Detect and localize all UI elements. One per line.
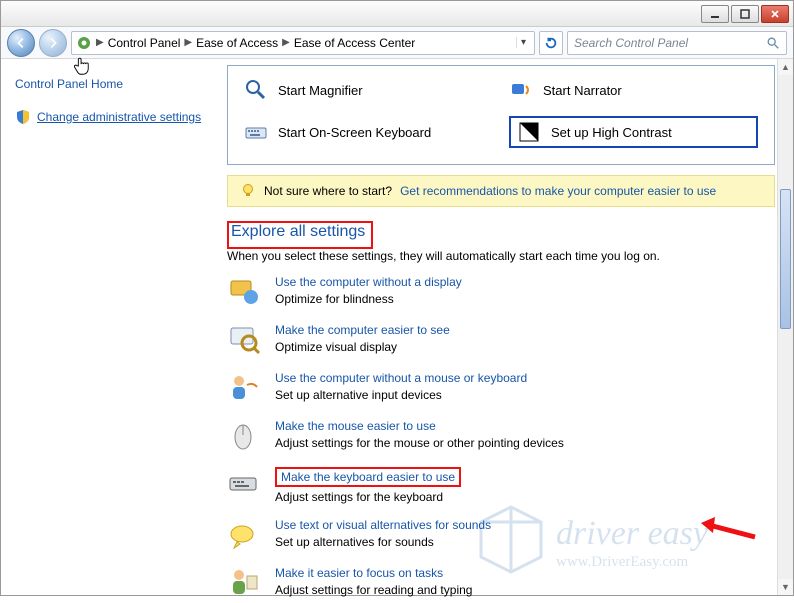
keyboard-icon xyxy=(244,120,268,144)
item-link[interactable]: Use text or visual alternatives for soun… xyxy=(275,518,491,532)
display-off-icon xyxy=(227,275,261,309)
quick-access-panel: Start Magnifier Start Narrator Start On-… xyxy=(227,65,775,165)
sidebar: Control Panel Home Change administrative… xyxy=(1,59,227,595)
easier-see-icon xyxy=(227,323,261,357)
search-input[interactable]: Search Control Panel xyxy=(567,31,787,55)
breadcrumb-seg-0[interactable]: Control Panel xyxy=(108,36,181,50)
item-desc: Adjust settings for the mouse or other p… xyxy=(275,436,564,450)
chevron-right-icon: ▶ xyxy=(94,37,106,48)
start-narrator[interactable]: Start Narrator xyxy=(509,78,758,102)
search-icon xyxy=(766,36,780,50)
search-placeholder: Search Control Panel xyxy=(574,36,766,50)
highlight-box-explore: Explore all settings xyxy=(227,221,373,249)
list-item: Make the keyboard easier to use Adjust se… xyxy=(227,467,783,504)
focus-tasks-icon xyxy=(227,566,261,600)
hint-lead: Not sure where to start? xyxy=(264,184,392,198)
window-titlebar xyxy=(1,1,793,27)
item-link-keyboard[interactable]: Make the keyboard easier to use xyxy=(275,467,461,487)
list-item: Make the computer easier to see Optimize … xyxy=(227,323,783,357)
chevron-right-icon: ▶ xyxy=(182,37,194,48)
magnifier-icon xyxy=(244,78,268,102)
keyboard-small-icon xyxy=(227,467,261,501)
item-desc: Optimize visual display xyxy=(275,340,450,354)
section-subtitle: When you select these settings, they wil… xyxy=(227,249,783,263)
item-link[interactable]: Make the computer easier to see xyxy=(275,323,450,337)
nav-back-button[interactable] xyxy=(7,29,35,57)
cursor-hand-icon xyxy=(71,55,93,80)
minimize-button[interactable] xyxy=(701,5,729,23)
item-desc: Set up alternatives for sounds xyxy=(275,535,491,549)
list-item: Use the computer without a display Optimi… xyxy=(227,275,783,309)
hint-link[interactable]: Get recommendations to make your compute… xyxy=(400,184,716,198)
change-admin-settings-link[interactable]: Change administrative settings xyxy=(37,110,201,124)
item-link[interactable]: Make it easier to focus on tasks xyxy=(275,566,472,580)
settings-list: Use the computer without a display Optimi… xyxy=(227,275,783,600)
list-item: Make it easier to focus on tasks Adjust s… xyxy=(227,566,783,600)
list-item: Make the mouse easier to use Adjust setti… xyxy=(227,419,783,453)
ql-label: Set up High Contrast xyxy=(551,125,672,140)
maximize-button[interactable] xyxy=(731,5,759,23)
lightbulb-icon xyxy=(240,183,256,199)
breadcrumb-seg-1[interactable]: Ease of Access xyxy=(196,36,278,50)
item-desc: Optimize for blindness xyxy=(275,292,462,306)
start-osk[interactable]: Start On-Screen Keyboard xyxy=(244,116,493,148)
vertical-scrollbar[interactable]: ▲ ▼ xyxy=(777,59,793,595)
mouse-icon xyxy=(227,419,261,453)
nav-forward-button[interactable] xyxy=(39,29,67,57)
no-mouse-keyboard-icon xyxy=(227,371,261,405)
high-contrast-icon xyxy=(517,120,541,144)
setup-high-contrast[interactable]: Set up High Contrast xyxy=(509,116,758,148)
hint-bar: Not sure where to start? Get recommendat… xyxy=(227,175,775,207)
shield-icon xyxy=(15,109,31,125)
scroll-up-arrow-icon[interactable]: ▲ xyxy=(778,59,793,75)
item-desc: Set up alternative input devices xyxy=(275,388,527,402)
item-link[interactable]: Use the computer without a mouse or keyb… xyxy=(275,371,527,385)
annotation-arrow-icon xyxy=(697,515,757,548)
scroll-thumb[interactable] xyxy=(780,189,791,329)
section-title: Explore all settings xyxy=(231,223,365,241)
item-link[interactable]: Make the mouse easier to use xyxy=(275,419,564,433)
ql-label: Start Magnifier xyxy=(278,83,363,98)
item-desc: Adjust settings for the keyboard xyxy=(275,490,461,504)
item-link[interactable]: Use the computer without a display xyxy=(275,275,462,289)
sound-alt-icon xyxy=(227,518,261,552)
chevron-right-icon: ▶ xyxy=(280,37,292,48)
start-magnifier[interactable]: Start Magnifier xyxy=(244,78,493,102)
scroll-down-arrow-icon[interactable]: ▼ xyxy=(778,579,793,595)
item-desc: Adjust settings for reading and typing xyxy=(275,583,472,597)
narrator-icon xyxy=(509,78,533,102)
ql-label: Start On-Screen Keyboard xyxy=(278,125,431,140)
breadcrumb[interactable]: ▶ Control Panel ▶ Ease of Access ▶ Ease … xyxy=(71,31,535,55)
control-panel-icon xyxy=(76,35,92,51)
refresh-button[interactable] xyxy=(539,31,563,55)
close-button[interactable] xyxy=(761,5,789,23)
address-bar: ▶ Control Panel ▶ Ease of Access ▶ Ease … xyxy=(1,27,793,59)
main-content: Start Magnifier Start Narrator Start On-… xyxy=(227,59,793,595)
control-panel-home-link[interactable]: Control Panel Home xyxy=(15,77,213,91)
list-item: Use the computer without a mouse or keyb… xyxy=(227,371,783,405)
breadcrumb-dropdown[interactable]: ▾ xyxy=(516,37,530,48)
ql-label: Start Narrator xyxy=(543,83,622,98)
breadcrumb-seg-2[interactable]: Ease of Access Center xyxy=(294,36,415,50)
